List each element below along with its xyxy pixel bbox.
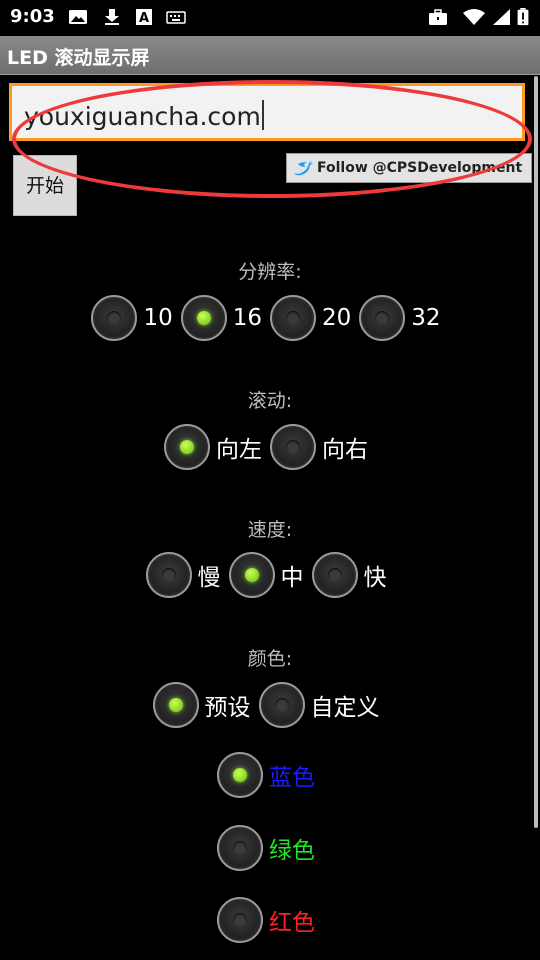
radio-dot xyxy=(375,311,390,325)
radio-button[interactable] xyxy=(359,295,406,341)
radio-dot xyxy=(196,311,211,325)
radio-label: 16 xyxy=(232,305,262,331)
font-a-icon: A xyxy=(136,9,152,26)
resolution-radio-group: 10 16 20 32 xyxy=(0,294,540,342)
message-input[interactable]: youxiguancha.com xyxy=(9,83,525,141)
radio-label: 慢 xyxy=(197,565,221,591)
keyboard-icon xyxy=(166,11,186,24)
radio-dot xyxy=(244,568,259,582)
preset-green-row: 绿色 xyxy=(0,824,540,872)
radio-dot xyxy=(161,568,176,582)
preset-blue-row: 蓝色 xyxy=(0,751,540,799)
text-caret xyxy=(261,100,264,130)
start-button[interactable]: 开始 xyxy=(13,155,77,216)
message-input-value: youxiguancha.com xyxy=(24,102,261,131)
radio-button[interactable] xyxy=(145,552,192,598)
radio-label: 32 xyxy=(411,305,441,331)
radio-button[interactable] xyxy=(217,897,263,943)
resolution-option-16[interactable]: 16 xyxy=(180,295,268,341)
radio-dot xyxy=(168,698,183,712)
preset-red-row: 红色 xyxy=(0,896,540,944)
radio-button[interactable] xyxy=(180,295,227,341)
radio-label: 预设 xyxy=(204,695,251,721)
radio-button[interactable] xyxy=(152,682,199,728)
download-icon xyxy=(105,9,119,25)
radio-dot xyxy=(286,440,300,454)
preset-color-red[interactable]: 红色 xyxy=(217,897,321,943)
scroll-label: 滚动: xyxy=(247,390,293,412)
follow-twitter-button[interactable]: Follow @CPSDevelopment xyxy=(286,153,532,183)
scroll-radio-group: 向左 向右 xyxy=(0,423,540,471)
radio-dot xyxy=(233,768,247,782)
radio-dot xyxy=(274,698,289,712)
app-title-bar: LED 滚动显示屏 xyxy=(0,36,540,75)
speed-option-medium[interactable]: 中 xyxy=(228,552,310,598)
radio-dot xyxy=(107,311,122,325)
radio-button[interactable] xyxy=(228,552,275,598)
radio-label: 中 xyxy=(280,565,304,591)
image-icon xyxy=(69,10,87,24)
radio-label: 自定义 xyxy=(310,695,380,721)
resolution-option-32[interactable]: 32 xyxy=(359,295,446,341)
signal-icon xyxy=(493,9,510,25)
speed-option-fast[interactable]: 快 xyxy=(311,552,393,598)
radio-label: 绿色 xyxy=(269,838,315,864)
status-bar: 9:03 A xyxy=(0,0,540,36)
battery-icon xyxy=(517,8,529,26)
radio-label: 蓝色 xyxy=(269,765,315,791)
radio-button[interactable] xyxy=(217,752,263,798)
follow-text: Follow @CPSDevelopment xyxy=(317,160,523,176)
speed-radio-group: 慢 中 快 xyxy=(0,551,540,599)
radio-label: 向右 xyxy=(322,437,368,463)
briefcase-icon xyxy=(429,9,447,25)
radio-dot xyxy=(233,841,247,855)
radio-button[interactable] xyxy=(270,424,316,470)
wifi-icon xyxy=(463,9,485,25)
twitter-bird-icon xyxy=(294,161,313,176)
radio-label: 20 xyxy=(322,305,352,331)
radio-dot xyxy=(286,311,300,325)
radio-button[interactable] xyxy=(91,295,138,341)
radio-button[interactable] xyxy=(270,295,316,341)
status-time: 9:03 xyxy=(10,6,55,27)
resolution-label: 分辨率: xyxy=(238,261,302,283)
radio-button[interactable] xyxy=(164,424,210,470)
color-label: 颜色: xyxy=(247,648,293,670)
speed-option-slow[interactable]: 慢 xyxy=(145,552,227,598)
app-title: LED 滚动显示屏 xyxy=(7,47,150,69)
color-option-custom[interactable]: 自定义 xyxy=(258,682,386,728)
preset-color-green[interactable]: 绿色 xyxy=(217,825,321,871)
resolution-option-20[interactable]: 20 xyxy=(270,295,357,341)
radio-dot xyxy=(180,440,194,454)
radio-label: 红色 xyxy=(269,910,315,936)
radio-label: 10 xyxy=(143,305,173,331)
svg-text:A: A xyxy=(139,11,149,26)
preset-color-blue[interactable]: 蓝色 xyxy=(217,752,321,798)
scroll-option-left[interactable]: 向左 xyxy=(164,424,268,470)
radio-label: 快 xyxy=(363,565,387,591)
radio-button[interactable] xyxy=(258,682,305,728)
resolution-option-10[interactable]: 10 xyxy=(91,295,178,341)
radio-label: 向左 xyxy=(216,437,262,463)
radio-button[interactable] xyxy=(217,825,263,871)
radio-dot xyxy=(327,568,342,582)
color-mode-radio-group: 预设 自定义 xyxy=(0,681,540,729)
radio-button[interactable] xyxy=(311,552,358,598)
speed-label: 速度: xyxy=(247,519,293,541)
radio-dot xyxy=(233,913,247,927)
color-option-preset[interactable]: 预设 xyxy=(152,682,257,728)
scroll-option-right[interactable]: 向右 xyxy=(270,424,374,470)
